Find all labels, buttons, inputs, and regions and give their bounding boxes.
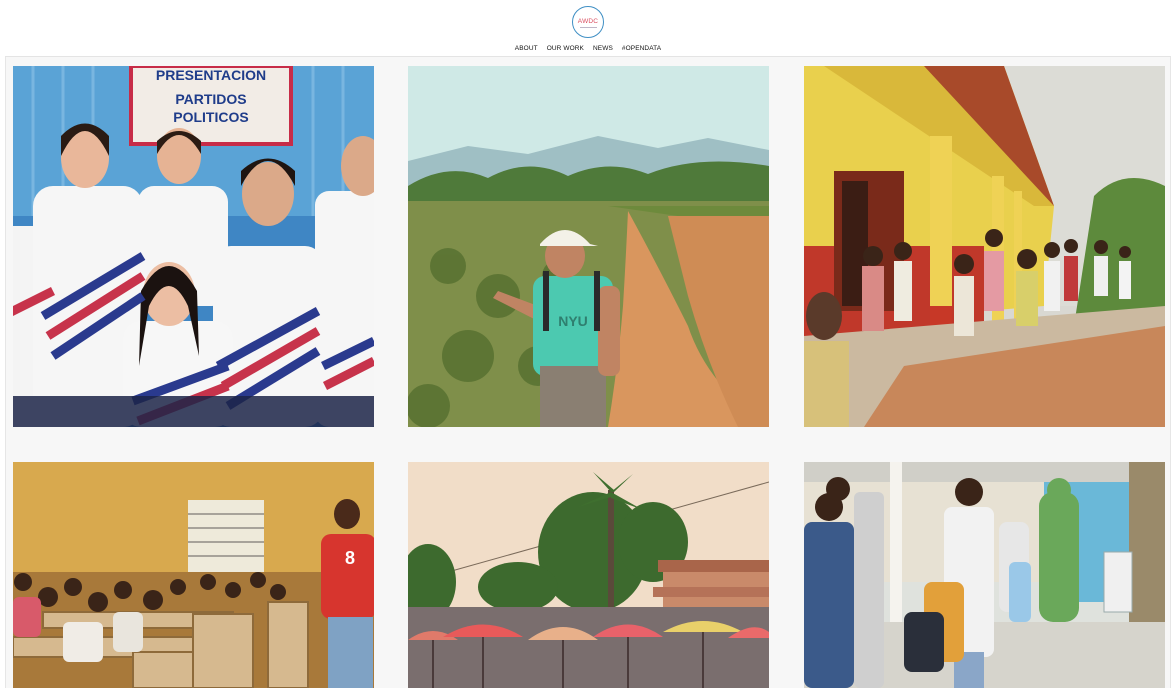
sign-line-1: PRESENTACION <box>156 67 266 83</box>
sign-line-2: PARTIDOS <box>175 91 246 107</box>
students-photo: PRESENTACION PARTIDOS POLITICOS <box>13 66 374 427</box>
school-photo <box>804 66 1165 427</box>
main-nav: ABOUT OUR WORK NEWS #OPENDATA <box>0 45 1176 52</box>
sign-line-3: POLITICOS <box>173 109 248 125</box>
photo-tile-market[interactable] <box>408 462 769 688</box>
photo-tile-students[interactable]: PRESENTACION PARTIDOS POLITICOS <box>13 66 374 427</box>
jersey-number: 8 <box>345 548 355 568</box>
classroom-photo: 8 <box>13 462 374 688</box>
logo-underline <box>580 27 597 28</box>
photo-tile-field[interactable]: NYU <box>408 66 769 427</box>
nav-news[interactable]: NEWS <box>593 45 613 52</box>
svg-text:NYU: NYU <box>558 313 588 329</box>
nav-our-work[interactable]: OUR WORK <box>547 45 584 52</box>
nav-about[interactable]: ABOUT <box>515 45 538 52</box>
field-photo: NYU <box>408 66 769 427</box>
market-photo <box>408 462 769 688</box>
nav-opendata[interactable]: #OPENDATA <box>622 45 661 52</box>
photo-tile-clinic[interactable] <box>804 462 1165 688</box>
logo-text: AWDC <box>577 17 599 25</box>
site-header: AWDC ABOUT OUR WORK NEWS #OPENDATA <box>0 0 1176 57</box>
photo-tile-school[interactable] <box>804 66 1165 427</box>
clinic-photo <box>804 462 1165 688</box>
photo-tile-classroom[interactable]: 8 <box>13 462 374 688</box>
site-logo[interactable]: AWDC <box>572 6 604 38</box>
